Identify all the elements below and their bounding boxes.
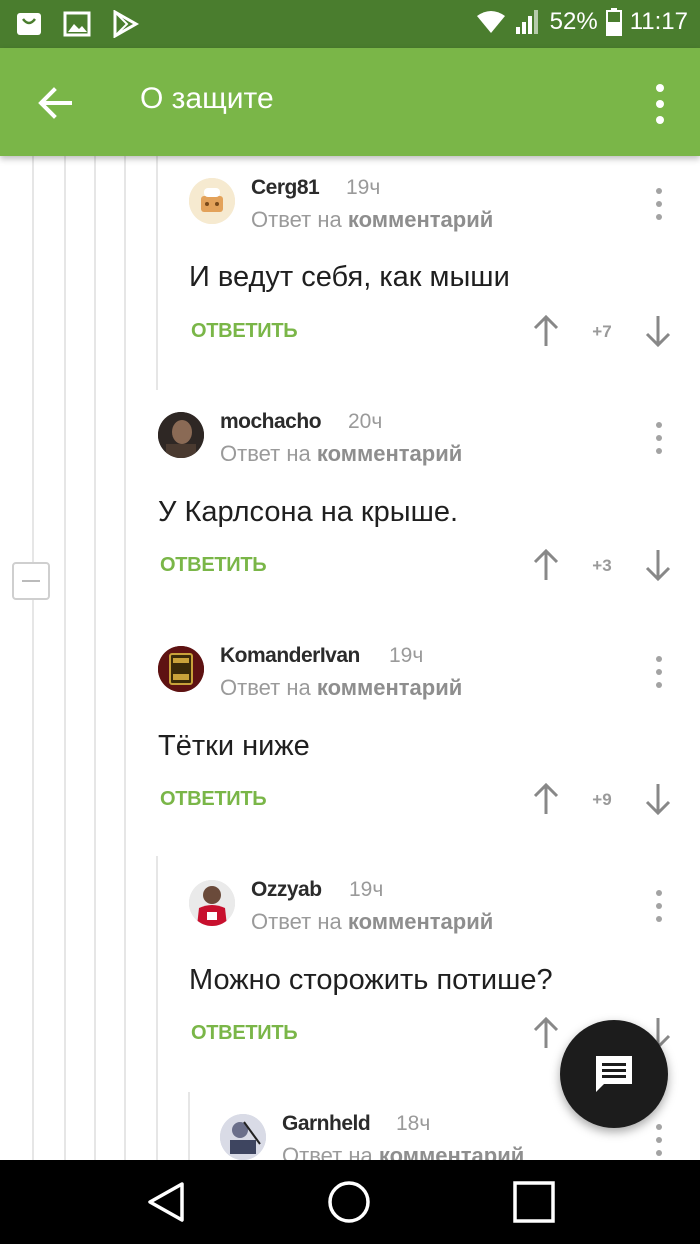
avatar[interactable]	[220, 1114, 266, 1160]
timestamp: 19ч	[389, 644, 424, 667]
more-vert-icon[interactable]	[654, 1124, 664, 1156]
more-vert-icon[interactable]	[654, 188, 664, 220]
thread-line	[32, 156, 34, 1160]
arrow-down-icon[interactable]	[643, 548, 673, 582]
thread-line	[188, 1092, 190, 1160]
system-nav-bar	[0, 1160, 700, 1244]
more-vert-icon[interactable]	[654, 422, 664, 454]
thread-line	[64, 156, 66, 1160]
score: +3	[592, 556, 612, 575]
reply-to: Ответ на комментарий	[220, 441, 463, 466]
reply-to-link[interactable]: комментарий	[348, 207, 493, 232]
timestamp: 19ч	[346, 176, 381, 199]
clock: 11:17	[629, 8, 688, 35]
reply-to: Ответ на комментарий	[251, 207, 494, 232]
avatar[interactable]	[158, 412, 204, 458]
timestamp: 19ч	[349, 878, 384, 901]
reply-button[interactable]: ОТВЕТИТЬ	[191, 320, 298, 343]
circle-home-icon[interactable]	[327, 1180, 371, 1224]
more-vert-icon[interactable]	[654, 656, 664, 688]
collapse-thread-button[interactable]	[12, 562, 50, 600]
app-bar: О защите	[0, 48, 700, 156]
thread-line	[94, 156, 96, 1160]
arrow-down-icon[interactable]	[643, 782, 673, 816]
reply-to: Ответ на комментарий	[220, 675, 463, 700]
reply-to-link[interactable]: комментарий	[379, 1143, 524, 1160]
arrow-left-icon[interactable]	[32, 80, 78, 126]
score: +9	[592, 790, 612, 809]
username[interactable]: Cerg81	[251, 176, 320, 200]
reply-to: Ответ на комментарий	[251, 909, 494, 934]
page-title: О защите	[140, 82, 274, 115]
username[interactable]: Garnheld	[282, 1112, 371, 1136]
score: +7	[592, 322, 612, 341]
shopping-bag-icon	[17, 13, 41, 35]
reply-to-link[interactable]: комментарий	[317, 675, 462, 700]
reply-button[interactable]: ОТВЕТИТЬ	[160, 554, 267, 577]
wifi-icon	[476, 11, 505, 33]
comment-text: И ведут себя, как мыши	[189, 261, 510, 293]
gallery-icon	[63, 11, 91, 37]
avatar[interactable]	[158, 646, 204, 692]
arrow-up-icon[interactable]	[531, 548, 561, 582]
thread-line	[124, 156, 126, 1160]
square-recents-icon[interactable]	[512, 1180, 556, 1224]
comment-thread: Cerg81 19ч Ответ на комментарий И ведут …	[0, 156, 700, 1160]
more-vert-icon[interactable]	[654, 890, 664, 922]
reply-to-link[interactable]: комментарий	[348, 909, 493, 934]
play-store-icon	[113, 10, 140, 38]
arrow-up-icon[interactable]	[531, 314, 561, 348]
triangle-back-icon[interactable]	[144, 1180, 188, 1224]
thread-line	[156, 156, 158, 390]
comment-text: У Карлсона на крыше.	[158, 496, 459, 528]
avatar[interactable]	[189, 880, 235, 926]
timestamp: 20ч	[348, 410, 383, 433]
username[interactable]: mochacho	[220, 410, 322, 434]
reply-button[interactable]: ОТВЕТИТЬ	[160, 788, 267, 811]
timestamp: 18ч	[396, 1112, 431, 1135]
reply-to-link[interactable]: комментарий	[317, 441, 462, 466]
more-vert-icon[interactable]	[650, 84, 670, 124]
comment-text: Можно сторожить потише?	[189, 964, 553, 996]
battery-icon	[605, 8, 622, 36]
comment-text: Тётки ниже	[158, 730, 310, 762]
reply-button[interactable]: ОТВЕТИТЬ	[191, 1022, 298, 1045]
signal-icon	[515, 10, 538, 34]
battery-percent: 52%	[549, 8, 598, 35]
thread-line	[156, 856, 158, 1160]
arrow-down-icon[interactable]	[643, 314, 673, 348]
new-comment-button[interactable]	[560, 1020, 668, 1128]
username[interactable]: Ozzyab	[251, 878, 322, 902]
username[interactable]: KomanderIvan	[220, 644, 360, 668]
arrow-up-icon[interactable]	[531, 782, 561, 816]
status-bar: 52% 11:17	[0, 0, 700, 48]
arrow-up-icon[interactable]	[531, 1016, 561, 1050]
reply-to: Ответ на комментарий	[282, 1143, 524, 1160]
comment-icon	[596, 1056, 632, 1092]
avatar[interactable]	[189, 178, 235, 224]
